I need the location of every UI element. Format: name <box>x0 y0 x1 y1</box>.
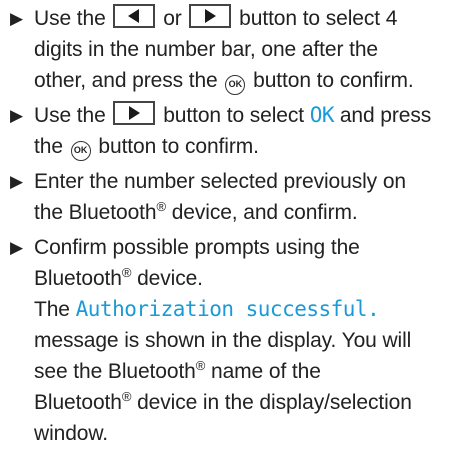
step-text-segment: name of the <box>211 360 321 383</box>
step-text-segment: Enter the number selected previously on <box>34 170 406 193</box>
step-text-segment: the Bluetooth <box>34 201 157 224</box>
registered-mark: ® <box>156 199 166 214</box>
registered-mark: ® <box>121 389 132 404</box>
step-text-segment: The <box>34 298 70 321</box>
step-text: Confirm possible prompts using the Bluet… <box>34 232 460 449</box>
step-text-segment: button to select <box>163 104 305 127</box>
step-confirm-prompts: ▶ Confirm possible prompts using the Blu… <box>10 232 460 449</box>
step-text-segment: device, and confirm. <box>171 201 358 224</box>
step-text-segment: button to confirm. <box>253 69 414 92</box>
step-text: Enter the number selected previously on … <box>34 166 460 228</box>
step-text-segment: device in the display/selection <box>137 391 412 414</box>
left-arrow-key-icon <box>113 4 156 28</box>
step-text-segment: digits in the number bar, one after the <box>34 38 378 61</box>
step-text-segment: Confirm possible prompts using the <box>34 236 360 259</box>
step-text-segment: device. <box>137 267 203 290</box>
registered-mark: ® <box>121 265 132 280</box>
triangle-right-bullet-icon: ▶ <box>10 172 23 191</box>
step-text: Use the button to select OK and press th… <box>34 100 460 162</box>
instruction-page: ▶ Use the or button to select 4 digits i… <box>0 0 463 445</box>
triangle-right-bullet-icon: ▶ <box>10 238 23 257</box>
step-text-segment: and press <box>339 104 432 127</box>
right-arrow-key-icon <box>113 101 156 125</box>
step-text-segment: see the Bluetooth <box>34 360 196 383</box>
step-text: Use the or button to select 4 digits in … <box>34 3 460 96</box>
step-text-segment: other, and press the <box>34 69 218 92</box>
step-select-digits: ▶ Use the or button to select 4 digits i… <box>10 3 460 96</box>
registered-mark: ® <box>195 358 206 373</box>
ok-button-icon: OK <box>70 141 91 161</box>
step-text-segment: or <box>163 7 182 30</box>
step-text-segment: button to select 4 <box>239 7 398 30</box>
step-text-segment: window. <box>34 422 109 445</box>
step-text-segment: Bluetooth <box>34 391 122 414</box>
step-enter-number: ▶ Enter the number selected previously o… <box>10 166 460 228</box>
step-text-segment: button to confirm. <box>98 135 259 158</box>
ok-button-icon: OK <box>225 75 246 95</box>
display-text-authorization: Authorization successful. <box>75 297 380 321</box>
triangle-right-bullet-icon: ▶ <box>10 9 23 28</box>
right-arrow-key-icon <box>189 4 232 28</box>
step-text-segment: the <box>34 135 63 158</box>
step-text-segment: message is shown in the display. You wil… <box>34 329 412 352</box>
step-text-segment: Use the <box>34 104 106 127</box>
step-select-ok: ▶ Use the button to select OK and press … <box>10 100 460 162</box>
step-text-segment: Bluetooth <box>34 267 122 290</box>
step-text-segment: Use the <box>34 7 106 30</box>
display-text-ok: OK <box>309 103 335 127</box>
triangle-right-bullet-icon: ▶ <box>10 106 23 125</box>
